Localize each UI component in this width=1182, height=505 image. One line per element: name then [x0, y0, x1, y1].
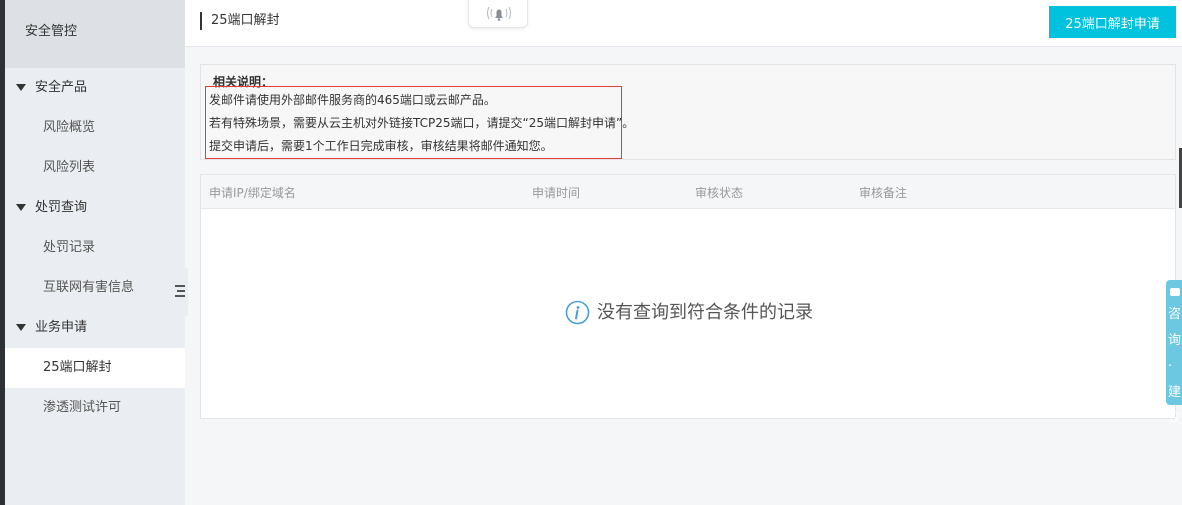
collapse-menu-icon	[175, 285, 185, 287]
collapse-menu-icon-bar	[175, 295, 185, 297]
sidebar-group-penalty-query[interactable]: 处罚查询	[5, 188, 185, 228]
consult-suggest-tab[interactable]: 咨询·建议	[1166, 280, 1182, 426]
sidebar-item-penalty-records[interactable]: 处罚记录	[5, 228, 185, 268]
consult-suggest-label: 咨询·建议	[1168, 307, 1182, 426]
notice-line: 若有特殊场景，需要从云主机对外链接TCP25端口，请提交“25端口解封申请”。	[209, 116, 635, 130]
info-icon	[565, 300, 590, 325]
sidebar-item-harmful-info[interactable]: 互联网有害信息	[5, 268, 185, 308]
sidebar-group-security-products[interactable]: 安全产品	[5, 68, 185, 108]
cup-icon	[1170, 288, 1180, 296]
sidebar-item-pentest-permit[interactable]: 渗透测试许可	[5, 388, 185, 428]
applications-table: 申请IP/绑定域名 申请时间 审核状态 审核备注 没有查询到符合条件的记录	[200, 174, 1176, 419]
sidebar-item-risk-list[interactable]: 风险列表	[5, 148, 185, 188]
sidebar-group-label: 业务申请	[35, 320, 88, 335]
empty-state-text: 没有查询到符合条件的记录	[597, 302, 813, 323]
sidebar-group-business-apply[interactable]: 业务申请	[5, 308, 185, 348]
collapse-menu-icon-bar	[177, 290, 185, 292]
page-title: 25端口解封	[200, 12, 280, 30]
caret-down-icon	[16, 84, 26, 91]
notice-line: 提交申请后，需要1个工作日完成审核，审核结果将邮件通知您。	[209, 139, 553, 153]
caret-down-icon	[16, 204, 26, 211]
sidebar-title: 安全管控	[5, 0, 185, 68]
notice-line: 发邮件请使用外部邮件服务商的465端口或云邮产品。	[209, 93, 496, 107]
column-header-ip-domain: 申请IP/绑定域名	[209, 186, 296, 200]
bell-icon	[487, 6, 511, 21]
sidebar-item-risk-overview[interactable]: 风险概览	[5, 108, 185, 148]
sidebar-collapse-toggle[interactable]	[172, 268, 188, 316]
column-header-review-status: 审核状态	[695, 186, 744, 200]
table-header: 申请IP/绑定域名 申请时间 审核状态 审核备注	[201, 175, 1175, 209]
notification-bell[interactable]	[468, 0, 528, 28]
notice-panel: 相关说明： 发邮件请使用外部邮件服务商的465端口或云邮产品。 若有特殊场景，需…	[200, 64, 1176, 160]
column-header-apply-time: 申请时间	[532, 186, 581, 200]
top-bar: 25端口解封 25端口解封申请	[185, 0, 1182, 47]
sidebar: 安全管控 安全产品 风险概览 风险列表 处罚查询 处罚记录 互联网有害信息 业务…	[5, 0, 185, 505]
caret-down-icon	[16, 324, 26, 331]
column-header-review-remark: 审核备注	[859, 186, 908, 200]
sidebar-item-port25-unblock[interactable]: 25端口解封	[5, 348, 185, 388]
sidebar-group-label: 安全产品	[35, 80, 88, 95]
port25-unblock-apply-button[interactable]: 25端口解封申请	[1049, 6, 1176, 38]
sidebar-group-label: 处罚查询	[35, 200, 88, 215]
